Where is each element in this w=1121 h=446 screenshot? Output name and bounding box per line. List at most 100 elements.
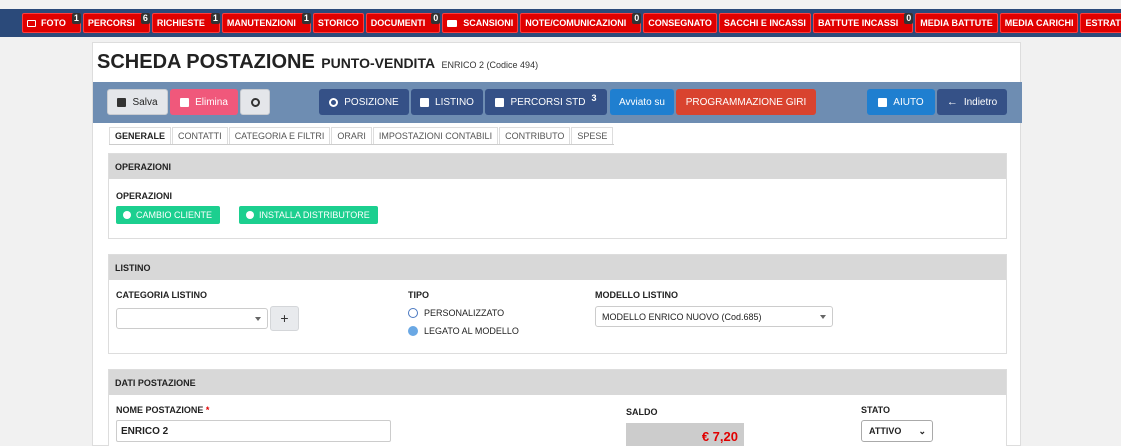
help-label: AIUTO: [893, 96, 924, 108]
installa-distributore-button[interactable]: INSTALLA DISTRIBUTORE: [239, 206, 378, 224]
position-button[interactable]: POSIZIONE: [319, 89, 409, 115]
add-categoria-button[interactable]: +: [270, 306, 299, 331]
nav-note-button[interactable]: NOTE/COMUNICAZIONI 0: [520, 13, 642, 33]
top-navbar: FOTO 1 PERCORSI 6 RICHIESTE 1 MANUTENZIO…: [0, 0, 1121, 37]
count-badge: 6: [140, 13, 150, 24]
nome-postazione-label: NOME POSTAZIONE *: [116, 405, 209, 415]
nav-documenti-button[interactable]: DOCUMENTI 0: [365, 13, 441, 33]
back-button[interactable]: ← Indietro: [937, 89, 1007, 115]
nav-label: DOCUMENTI: [370, 18, 426, 28]
caret-down-icon: [820, 315, 826, 319]
tab-generale[interactable]: GENERALE: [109, 127, 172, 144]
save-label: Salva: [132, 96, 158, 108]
count-badge: 0: [431, 13, 441, 24]
back-label: Indietro: [963, 96, 998, 108]
page-title-main: SCHEDA POSTAZIONE: [97, 51, 315, 73]
percorsi-std-button[interactable]: PERCORSI STD 3: [485, 89, 607, 115]
count-badge: 0: [904, 13, 914, 24]
nav-foto-button[interactable]: FOTO 1: [22, 13, 81, 33]
radio-label: LEGATO AL MODELLO: [424, 326, 519, 336]
nav-sacchi-button[interactable]: SACCHI E INCASSI: [718, 13, 811, 33]
top-stripe: [0, 0, 1121, 9]
tab-orari[interactable]: ORARI: [331, 127, 372, 144]
nav-media-battute-button[interactable]: MEDIA BATTUTE: [915, 13, 998, 33]
listino-button[interactable]: LISTINO: [411, 89, 483, 115]
tipo-legato-radio[interactable]: LEGATO AL MODELLO: [408, 326, 519, 336]
caret-down-icon: [255, 317, 261, 321]
refresh-button[interactable]: [240, 89, 270, 115]
nav-scansioni-button[interactable]: SCANSIONI: [442, 13, 519, 33]
modello-listino-label: MODELLO LISTINO: [595, 290, 678, 300]
nav-percorsi-button[interactable]: PERCORSI 6: [82, 13, 150, 33]
delete-label: Elimina: [195, 96, 228, 108]
modello-listino-select[interactable]: MODELLO ENRICO NUOVO (Cod.685): [595, 306, 833, 327]
count-badge: 1: [71, 13, 81, 24]
cambio-cliente-button[interactable]: CAMBIO CLIENTE: [116, 206, 221, 224]
help-button[interactable]: AIUTO: [867, 89, 935, 115]
tab-impostazioni-contabili[interactable]: IMPOSTAZIONI CONTABILI: [372, 127, 499, 144]
chevron-down-icon: ⌄: [918, 426, 926, 436]
trash-icon: [180, 97, 190, 107]
floppy-icon: [117, 97, 127, 107]
cambio-cliente-label: CAMBIO CLIENTE: [136, 210, 213, 220]
refresh-icon: [250, 97, 260, 107]
page-title-sub: PUNTO-VENDITA: [321, 55, 436, 71]
map-marker-icon: [329, 97, 339, 107]
nav-row: FOTO 1 PERCORSI 6 RICHIESTE 1 MANUTENZIO…: [22, 13, 1121, 33]
stato-label: STATO: [861, 405, 890, 415]
document-icon: [420, 97, 430, 107]
stato-select[interactable]: ATTIVO ⌄: [861, 420, 933, 442]
nav-label: MEDIA CARICHI: [1004, 18, 1074, 28]
listino-section: LISTINO CATEGORIA LISTINO + TIPO PERSONA…: [108, 254, 1007, 354]
nav-label: FOTO: [41, 18, 66, 28]
nav-label: BATTUTE INCASSI: [817, 18, 899, 28]
categoria-listino-label: CATEGORIA LISTINO: [116, 290, 207, 300]
save-button[interactable]: Salva: [107, 89, 168, 115]
main-card: SCHEDA POSTAZIONE PUNTO-VENDITA ENRICO 2…: [92, 42, 1022, 446]
nav-label: MANUTENZIONI: [226, 18, 296, 28]
dati-postazione-section: DATI POSTAZIONE NOME POSTAZIONE * ENRICO…: [108, 369, 1007, 446]
delete-button[interactable]: Elimina: [170, 89, 238, 115]
position-label: POSIZIONE: [344, 96, 399, 108]
tipo-personalizzato-radio[interactable]: PERSONALIZZATO: [408, 308, 504, 318]
saldo-value: € 7,20: [626, 423, 744, 446]
nav-label: SACCHI E INCASSI: [723, 18, 806, 28]
nav-label: CONSEGNATO: [648, 18, 712, 28]
nav-manutenzioni-button[interactable]: MANUTENZIONI 1: [221, 13, 311, 33]
tab-bar: GENERALE CONTATTI CATEGORIA E FILTRI ORA…: [109, 127, 615, 145]
nav-storico-button[interactable]: STORICO: [312, 13, 364, 33]
programmazione-giri-button[interactable]: PROGRAMMAZIONE GIRI: [676, 89, 816, 115]
avviato-button[interactable]: Avviato su: [610, 89, 674, 115]
action-toolbar: Salva Elimina POSIZIONE LISTINO PERCORSI…: [93, 82, 1022, 123]
count-badge: 0: [632, 13, 642, 24]
nav-label: MEDIA BATTUTE: [920, 18, 993, 28]
stato-value: ATTIVO: [869, 426, 902, 436]
section-header: LISTINO: [109, 255, 1006, 280]
nav-estratto-conto-button[interactable]: ESTRATTO CONTO: [1080, 13, 1121, 33]
categoria-listino-select[interactable]: [116, 308, 268, 329]
nav-label: SCANSIONI: [463, 18, 514, 28]
count-badge: 1: [210, 13, 220, 24]
nome-postazione-input[interactable]: ENRICO 2: [116, 420, 391, 442]
required-marker: *: [205, 405, 210, 415]
photo-icon: [27, 19, 36, 27]
nav-consegnato-button[interactable]: CONSEGNATO: [643, 13, 717, 33]
nav-label: ESTRATTO CONTO: [1085, 18, 1121, 28]
tab-contributo[interactable]: CONTRIBUTO: [499, 127, 571, 144]
section-header: OPERAZIONI: [109, 154, 1006, 179]
listino-label: LISTINO: [435, 96, 474, 108]
nav-media-carichi-button[interactable]: MEDIA CARICHI: [999, 13, 1079, 33]
radio-dot-icon: [246, 211, 254, 219]
tab-contatti[interactable]: CONTATTI: [172, 127, 228, 144]
tab-spese[interactable]: SPESE: [571, 127, 614, 144]
book-icon: [878, 97, 888, 107]
programmazione-label: PROGRAMMAZIONE GIRI: [685, 96, 807, 108]
operazioni-section: OPERAZIONI OPERAZIONI CAMBIO CLIENTE INS…: [108, 153, 1007, 239]
nav-label: RICHIESTE: [156, 18, 205, 28]
nav-battute-incassi-button[interactable]: BATTUTE INCASSI 0: [812, 13, 914, 33]
radio-checked-icon: [408, 326, 418, 336]
tab-categoria-filtri[interactable]: CATEGORIA E FILTRI: [228, 127, 331, 144]
modello-listino-value: MODELLO ENRICO NUOVO (Cod.685): [602, 312, 762, 322]
nav-richieste-button[interactable]: RICHIESTE 1: [151, 13, 220, 33]
radio-label: PERSONALIZZATO: [424, 308, 505, 318]
